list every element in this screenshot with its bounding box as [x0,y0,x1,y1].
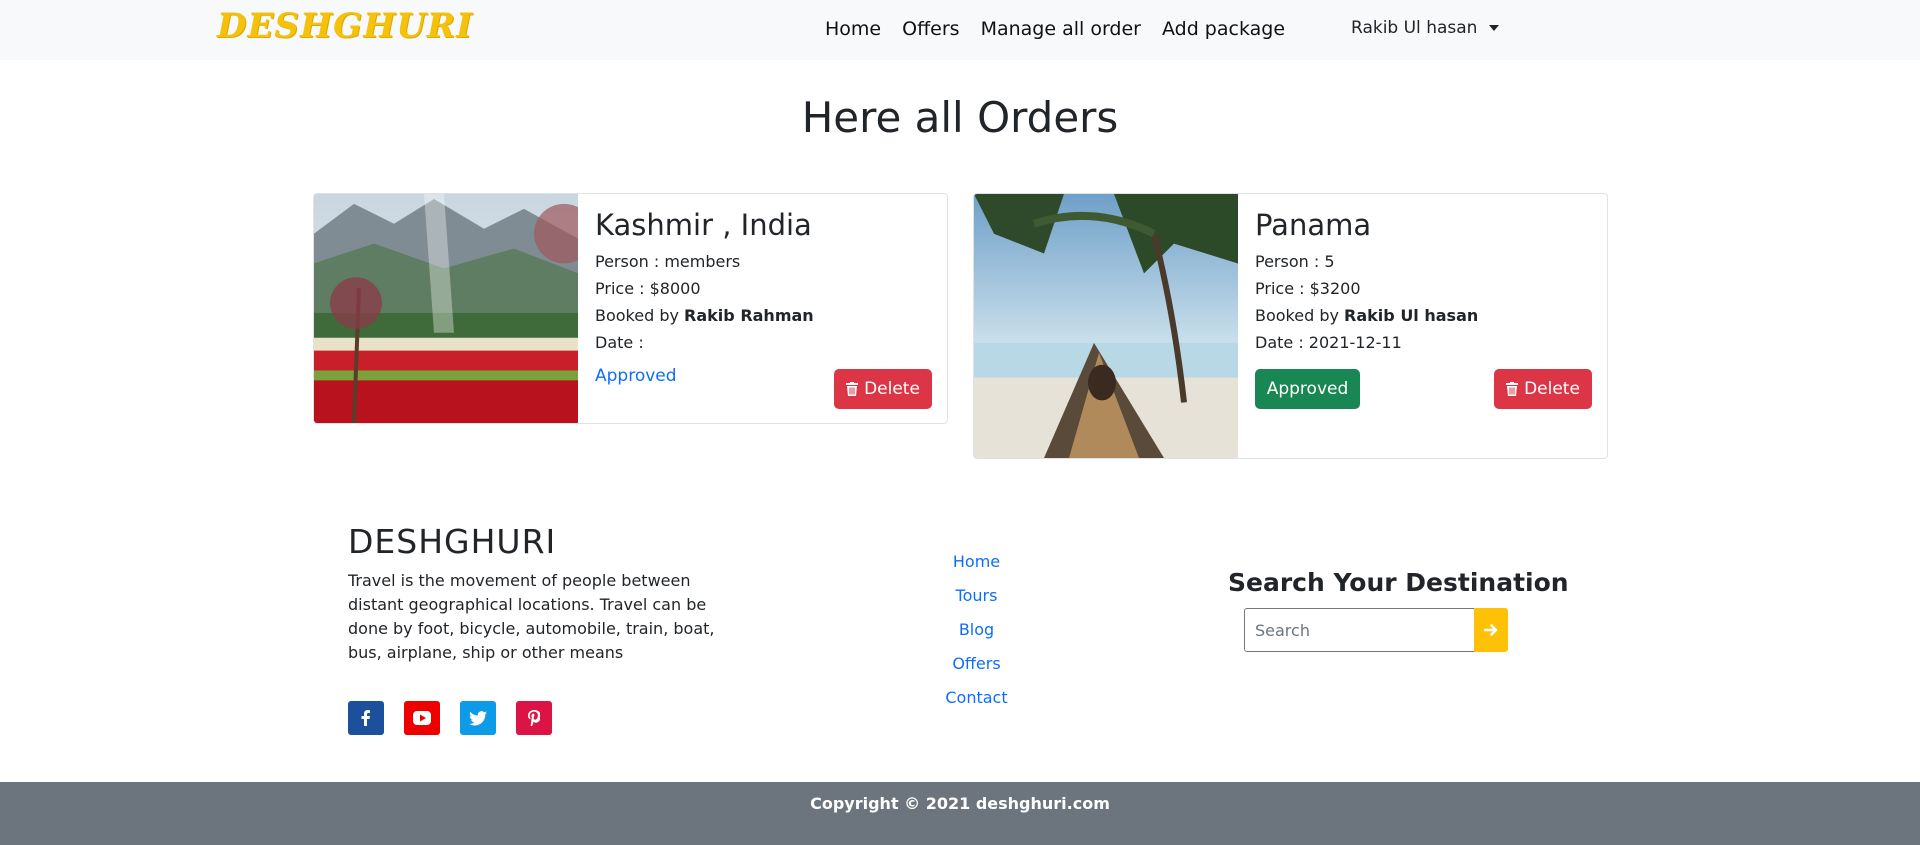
search-button[interactable] [1474,608,1508,652]
order-card: Kashmir , India Person : members Price :… [313,193,948,424]
social-links [348,701,552,735]
order-image-panama [974,194,1238,458]
delete-button[interactable]: Delete [834,369,932,409]
nav-link-home[interactable]: Home [825,18,881,40]
nav-link-offers[interactable]: Offers [902,18,959,40]
twitter-icon[interactable] [460,701,496,735]
copyright-bar [0,782,1920,845]
order-date: Date : 2021-12-11 [1255,333,1402,352]
search-input[interactable] [1244,608,1475,652]
booked-by-prefix: Booked by [595,306,685,325]
delete-label: Delete [1524,379,1580,399]
order-title: Kashmir , India [595,208,812,242]
trash-icon [1506,382,1519,396]
user-name: Rakib Ul hasan [1351,18,1478,38]
page-title: Here all Orders [801,93,1119,142]
footer-link-offers[interactable]: Offers [900,647,1053,681]
order-person: Person : 5 [1255,252,1335,271]
order-booked-by: Booked by Rakib Rahman [595,302,930,329]
footer-link-home[interactable]: Home [900,545,1053,579]
footer-link-contact[interactable]: Contact [900,681,1053,715]
footer-link-blog[interactable]: Blog [900,613,1053,647]
delete-label: Delete [864,379,920,399]
nav-link-add-package[interactable]: Add package [1162,18,1285,40]
footer-brand: DESHGHURI [348,522,557,561]
user-dropdown[interactable]: Rakib Ul hasan [1351,18,1500,38]
arrow-right-icon [1484,624,1498,636]
booked-by-prefix: Booked by [1255,306,1345,325]
brand-logo[interactable]: DESHGHURI [217,6,473,46]
order-booked-by: Booked by Rakib Ul hasan [1255,302,1590,329]
navbar: DESHGHURI Home Offers Manage all order A… [0,0,1920,60]
search-title: Search Your Destination [1228,568,1569,597]
order-price: Price : $8000 [595,279,701,298]
order-card-body: Panama Person : 5 Price : $3200 Booked b… [1238,194,1607,458]
approved-button[interactable]: Approved [1255,369,1360,409]
footer-links: Home Tours Blog Offers Contact [900,545,1053,715]
order-image-kashmir [314,194,578,423]
order-title: Panama [1255,208,1372,242]
pinterest-icon[interactable] [516,701,552,735]
trash-icon [846,382,859,396]
copyright-text: Copyright © 2021 deshghuri.com [810,794,1110,813]
approved-status-link[interactable]: Approved [595,366,677,386]
order-card: Panama Person : 5 Price : $3200 Booked b… [973,193,1608,459]
order-price: Price : $3200 [1255,279,1361,298]
facebook-icon[interactable] [348,701,384,735]
booked-by-name: Rakib Ul hasan [1344,306,1479,325]
booked-by-name: Rakib Rahman [684,306,814,325]
footer-link-tours[interactable]: Tours [900,579,1053,613]
order-date: Date : [595,333,644,352]
nav-links: Home Offers Manage all order Add package [825,18,1306,40]
caret-down-icon [1489,25,1500,31]
order-card-body: Kashmir , India Person : members Price :… [578,194,947,423]
delete-button[interactable]: Delete [1494,369,1592,409]
nav-link-manage-all-order[interactable]: Manage all order [981,18,1141,40]
footer-description: Travel is the movement of people between… [348,571,715,662]
order-person: Person : members [595,252,741,271]
youtube-icon[interactable] [404,701,440,735]
